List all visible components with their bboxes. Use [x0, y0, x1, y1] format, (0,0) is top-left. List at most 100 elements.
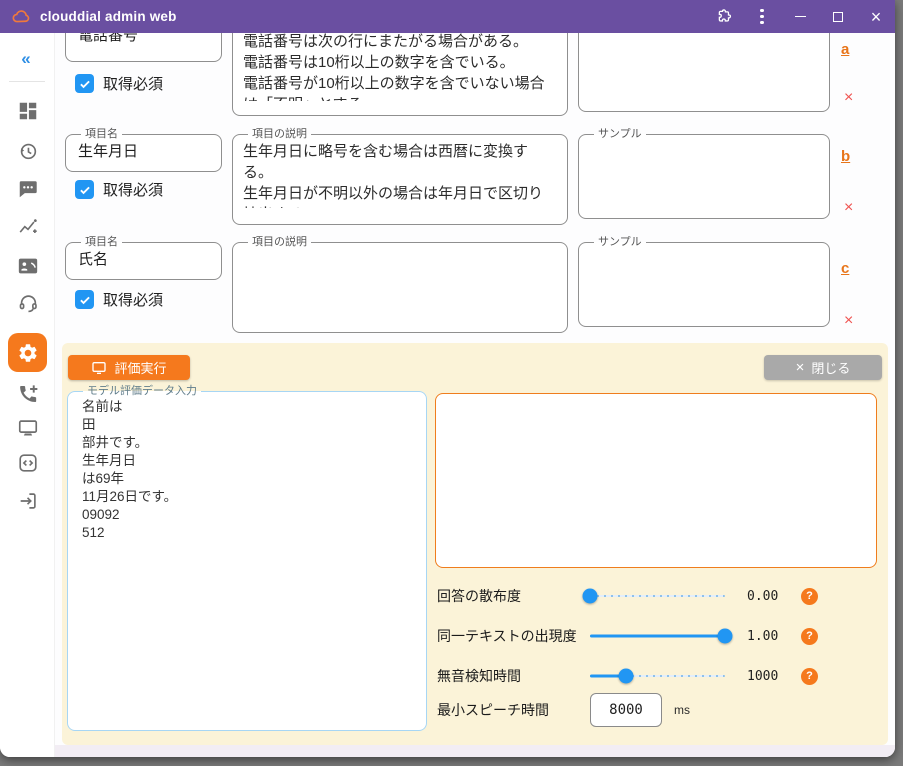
close-panel-button[interactable]: × 閉じる	[764, 355, 882, 380]
min-speech-unit: ms	[674, 703, 690, 717]
slider-track[interactable]	[590, 595, 725, 597]
check-icon	[78, 77, 92, 91]
sample-input[interactable]	[589, 249, 819, 310]
display-monitor-icon[interactable]	[16, 416, 40, 440]
same-text-slider[interactable]	[590, 621, 725, 651]
sidebar: «	[0, 33, 55, 757]
analytics-trend-icon[interactable]	[16, 216, 40, 240]
close-window-button[interactable]: ×	[857, 0, 895, 33]
field-row-name: 項目名 取得必須 項目の説明 サンプル c ×	[55, 236, 895, 336]
bottom-strip	[55, 745, 895, 757]
item-name-input[interactable]	[76, 141, 211, 165]
monitor-icon	[91, 360, 107, 376]
slider-thumb[interactable]	[583, 589, 598, 604]
slider-label: 回答の散布度	[437, 586, 590, 606]
desktop-background: clouddial admin web × «	[0, 0, 903, 766]
row-remove-icon[interactable]: ×	[844, 312, 853, 330]
contact-card-icon[interactable]	[16, 254, 40, 278]
item-description-input[interactable]: 電話番号は次の行にまたがる場合がある。 電話番号は10桁以上の数字を含でいる。 …	[243, 33, 557, 101]
model-eval-input-label: モデル評価データ入力	[83, 385, 201, 398]
item-description-input[interactable]	[243, 249, 557, 316]
minimize-button[interactable]	[781, 0, 819, 33]
item-name-input[interactable]	[76, 33, 211, 49]
row-link-c[interactable]: c	[841, 260, 849, 277]
content-area: 項目名 取得必須 項目の説明 電話番号は次の行にまたがる場合がある。 電話番号は…	[55, 33, 895, 757]
required-checkbox[interactable]	[75, 290, 94, 309]
sidebar-collapse-icon[interactable]: «	[14, 47, 38, 71]
min-speech-label: 最小スピーチ時間	[437, 700, 590, 720]
code-icon[interactable]	[16, 451, 40, 475]
sample-field: サンプル	[578, 33, 830, 112]
menu-kebab-icon[interactable]	[743, 0, 781, 33]
close-x-icon: ×	[796, 360, 805, 375]
help-icon[interactable]: ?	[801, 628, 818, 645]
slider-label: 無音検知時間	[437, 666, 590, 686]
slider-value: 1.00	[747, 629, 793, 644]
item-description-field: 項目の説明	[232, 236, 568, 333]
required-row: 取得必須	[75, 179, 163, 200]
item-name-field: 項目名	[65, 128, 222, 172]
field-row-phone: 項目名 取得必須 項目の説明 電話番号は次の行にまたがる場合がある。 電話番号は…	[55, 33, 895, 122]
item-name-label: 項目名	[81, 236, 122, 249]
evaluation-result-box	[435, 393, 877, 568]
window-controls: ×	[705, 0, 895, 33]
item-name-field: 項目名	[65, 33, 222, 62]
item-description-field: 項目の説明 生年月日に略号を含む場合は西暦に変換する。 生年月日が不明以外の場合…	[232, 128, 568, 225]
item-name-field: 項目名	[65, 236, 222, 280]
row-remove-icon[interactable]: ×	[844, 199, 853, 217]
settings-active-item[interactable]	[8, 333, 47, 372]
required-checkbox[interactable]	[75, 180, 94, 199]
sample-label: サンプル	[594, 236, 646, 249]
window-title: clouddial admin web	[40, 9, 177, 24]
chat-icon[interactable]	[16, 177, 40, 201]
slider-thumb[interactable]	[619, 669, 634, 684]
row-remove-icon[interactable]: ×	[844, 89, 853, 107]
item-description-input[interactable]: 生年月日に略号を含む場合は西暦に変換する。 生年月日が不明以外の場合は年月日で区…	[243, 141, 557, 208]
required-row: 取得必須	[75, 289, 163, 310]
titlebar: clouddial admin web ×	[0, 0, 895, 33]
model-eval-input[interactable]: 名前は 田 部井です。 生年月日 は69年 11月26日です。 09092 51…	[78, 398, 416, 714]
model-eval-input-field: モデル評価データ入力 名前は 田 部井です。 生年月日 は69年 11月26日で…	[67, 385, 427, 731]
item-name-input[interactable]	[76, 249, 211, 273]
history-icon[interactable]	[16, 139, 40, 163]
sample-field: サンプル	[578, 128, 830, 219]
help-icon[interactable]: ?	[801, 668, 818, 685]
min-speech-row: 最小スピーチ時間 ms	[437, 691, 885, 729]
item-name-label: 項目名	[81, 128, 122, 141]
help-icon[interactable]: ?	[801, 588, 818, 605]
headset-support-icon[interactable]	[16, 291, 40, 315]
evaluation-panel: 評価実行 × 閉じる モデル評価データ入力 名前は 田 部井です。 生年月日 は…	[62, 343, 888, 745]
item-description-label: 項目の説明	[248, 128, 311, 141]
gear-icon	[17, 342, 39, 364]
row-link-b[interactable]: b	[841, 148, 850, 165]
sample-label: サンプル	[594, 128, 646, 141]
sample-input[interactable]	[589, 141, 819, 202]
app-window: clouddial admin web × «	[0, 0, 895, 757]
dispersion-slider[interactable]	[590, 581, 725, 611]
slider-fill	[590, 635, 725, 638]
sample-field: サンプル	[578, 236, 830, 327]
row-link-a[interactable]: a	[841, 41, 849, 58]
add-call-icon[interactable]	[16, 382, 40, 406]
required-row: 取得必須	[75, 73, 163, 94]
slider-row-silence: 無音検知時間 1000 ?	[437, 661, 885, 691]
required-checkbox[interactable]	[75, 74, 94, 93]
sample-input[interactable]	[589, 33, 819, 95]
logout-icon[interactable]	[16, 489, 40, 513]
extension-puzzle-icon[interactable]	[705, 0, 743, 33]
dashboard-icon[interactable]	[16, 99, 40, 123]
app-logo-cloud-icon	[11, 7, 31, 27]
check-icon	[78, 183, 92, 197]
silence-slider[interactable]	[590, 661, 725, 691]
slider-thumb[interactable]	[718, 629, 733, 644]
slider-row-same-text: 同一テキストの出現度 1.00 ?	[437, 621, 885, 651]
min-speech-input[interactable]	[590, 693, 662, 727]
sidebar-divider	[9, 81, 45, 82]
check-icon	[78, 293, 92, 307]
maximize-button[interactable]	[819, 0, 857, 33]
slider-row-dispersion: 回答の散布度 0.00 ?	[437, 581, 885, 611]
slider-value: 1000	[747, 669, 793, 684]
required-label: 取得必須	[103, 289, 163, 310]
run-evaluation-button[interactable]: 評価実行	[68, 355, 190, 380]
field-row-birthdate: 項目名 取得必須 項目の説明 生年月日に略号を含む場合は西暦に変換する。 生年月…	[55, 128, 895, 228]
